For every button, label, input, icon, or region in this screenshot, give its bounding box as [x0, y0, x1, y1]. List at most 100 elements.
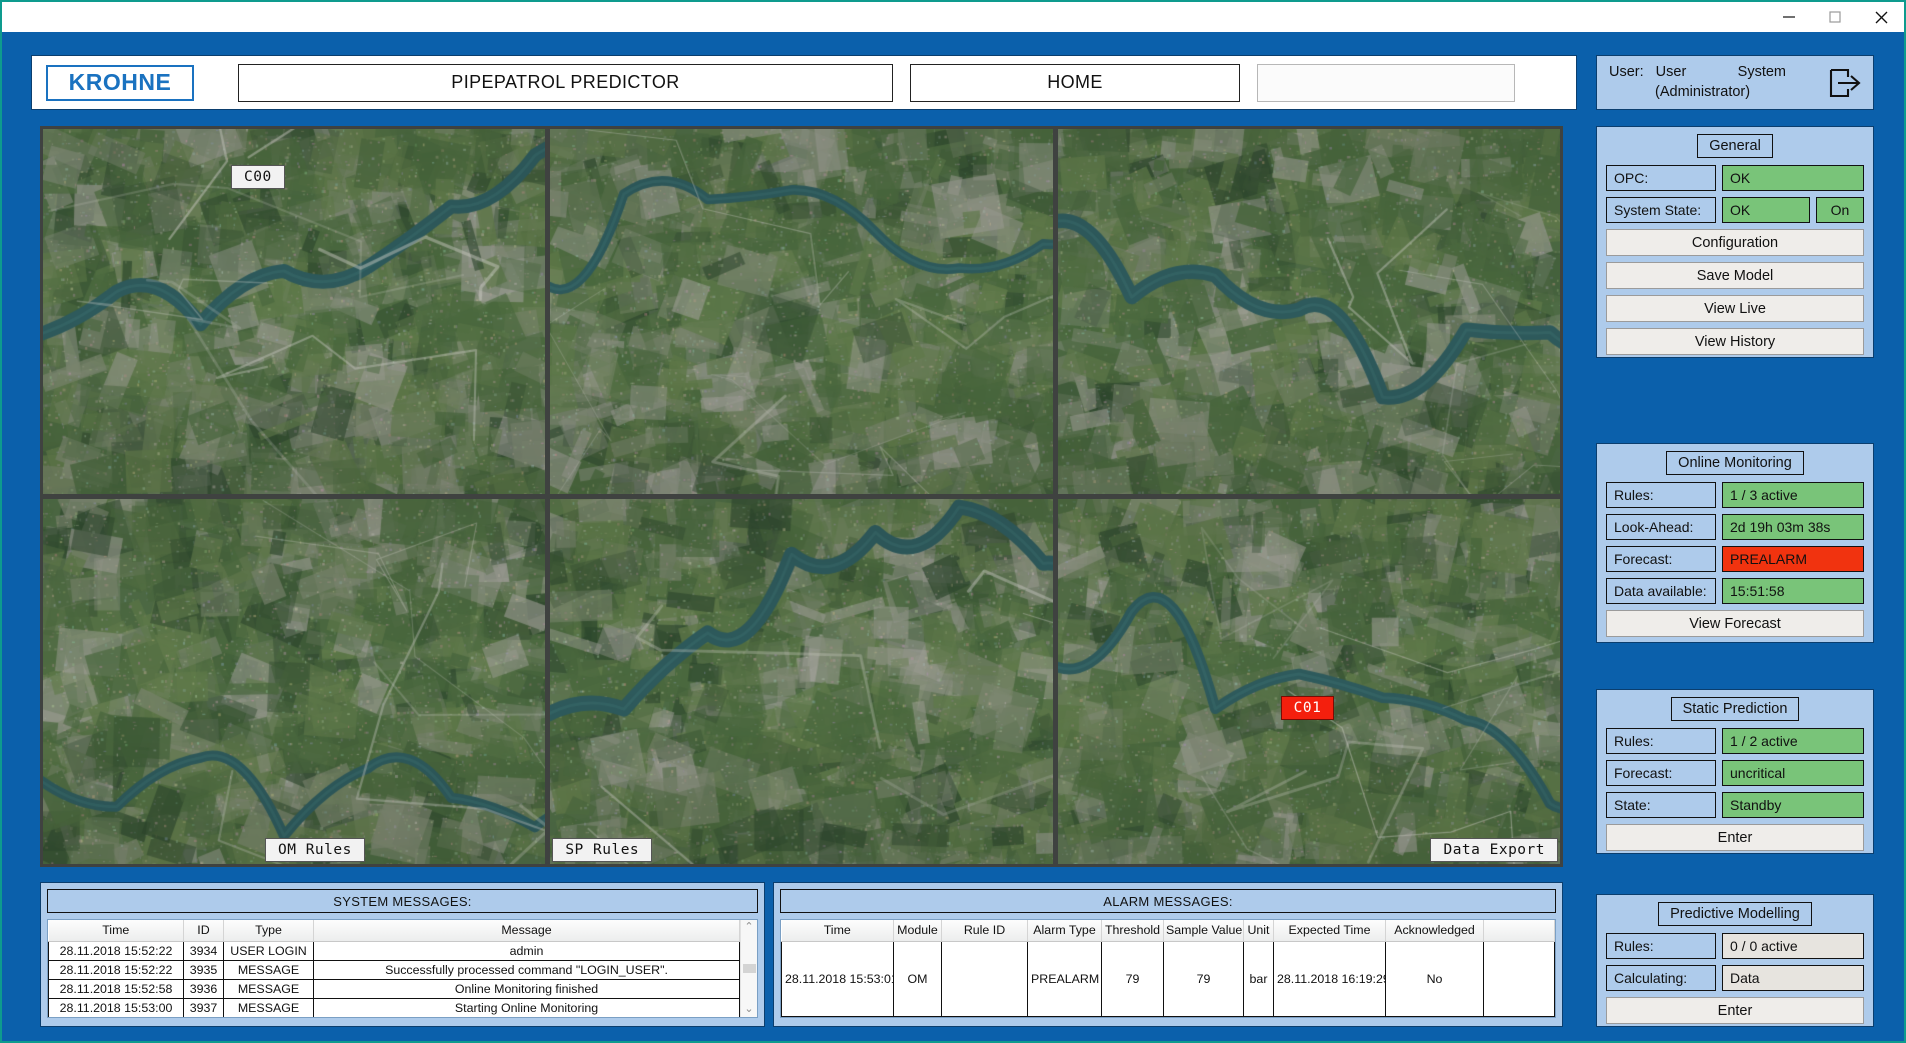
- system-messages-table: TimeIDTypeMessage 28.11.2018 15:52:22393…: [48, 920, 740, 1018]
- table-cell: PREALARM: [1028, 941, 1102, 1017]
- table-cell: [1484, 941, 1555, 1017]
- map-tile-3[interactable]: [1058, 129, 1560, 494]
- maximize-button[interactable]: [1812, 2, 1858, 32]
- table-row[interactable]: 28.11.2018 15:52:583936MESSAGEOnline Mon…: [49, 979, 740, 998]
- pm-calculating-value: Data: [1722, 965, 1864, 991]
- sp-rules-row: Rules: 1 / 2 active: [1606, 728, 1864, 754]
- scroll-down-icon[interactable]: ⌄: [744, 1004, 753, 1015]
- column-header-time[interactable]: Time: [782, 920, 894, 941]
- table-row[interactable]: 28.11.2018 15:52:223935MESSAGESuccessful…: [49, 960, 740, 979]
- sp-state-row: State: Standby: [1606, 792, 1864, 818]
- page-title[interactable]: HOME: [910, 64, 1240, 102]
- table-cell: Starting Online Monitoring: [314, 998, 740, 1017]
- pm-rules-label: Rules:: [1606, 933, 1716, 959]
- view-forecast-button[interactable]: View Forecast: [1606, 610, 1864, 637]
- column-header-rule-id[interactable]: Rule ID: [942, 920, 1028, 941]
- table-cell: 3937: [184, 998, 224, 1017]
- table-cell: [942, 941, 1028, 1017]
- map-tile-2[interactable]: [550, 129, 1052, 494]
- sp-forecast-label: Forecast:: [1606, 760, 1716, 786]
- view-live-button[interactable]: View Live: [1606, 295, 1864, 322]
- column-header-id[interactable]: ID: [184, 920, 224, 941]
- om-lookahead-row: Look-Ahead: 2d 19h 03m 38s: [1606, 514, 1864, 540]
- column-header-type[interactable]: Type: [224, 920, 314, 941]
- opc-row: OPC: OK: [1606, 165, 1864, 191]
- table-cell: 28.11.2018 15:52:22: [49, 960, 184, 979]
- table-cell: Online Monitoring finished: [314, 979, 740, 998]
- minimize-button[interactable]: [1766, 2, 1812, 32]
- predictive-modelling-enter-button[interactable]: Enter: [1606, 997, 1864, 1024]
- alarm-messages-title: ALARM MESSAGES:: [780, 889, 1556, 913]
- scroll-thumb[interactable]: [743, 964, 756, 973]
- map-label-sp-rules[interactable]: SP Rules: [552, 838, 652, 862]
- table-header-row: TimeIDTypeMessage: [49, 920, 740, 941]
- om-lookahead-value: 2d 19h 03m 38s: [1722, 514, 1864, 540]
- column-header-threshold[interactable]: Threshold: [1102, 920, 1164, 941]
- column-header-expected-time[interactable]: Expected Time: [1274, 920, 1386, 941]
- table-cell: 3935: [184, 960, 224, 979]
- column-header-acknowledged[interactable]: Acknowledged: [1386, 920, 1484, 941]
- table-cell: USER LOGIN: [224, 941, 314, 960]
- configuration-button[interactable]: Configuration: [1606, 229, 1864, 256]
- static-prediction-enter-button[interactable]: Enter: [1606, 824, 1864, 851]
- map-label-c00[interactable]: C00: [231, 165, 285, 189]
- column-header-time[interactable]: Time: [49, 920, 184, 941]
- scroll-up-icon[interactable]: ⌃: [744, 922, 753, 933]
- om-data-available-row: Data available: 15:51:58: [1606, 578, 1864, 604]
- om-forecast-row: Forecast: PREALARM: [1606, 546, 1864, 572]
- table-cell: 28.11.2018 15:52:58: [49, 979, 184, 998]
- om-rules-value: 1 / 3 active: [1722, 482, 1864, 508]
- om-forecast-status-badge: PREALARM: [1722, 546, 1864, 572]
- map-label-data-export[interactable]: Data Export: [1430, 838, 1558, 862]
- map-tile-grid: C00 OM Rules SP Rules: [43, 129, 1560, 864]
- map-label-om-rules[interactable]: OM Rules: [265, 838, 365, 862]
- krohne-logo: KROHNE: [46, 65, 194, 101]
- table-cell: 28.11.2018 15:53:01: [782, 941, 894, 1017]
- opc-status: OK: [1722, 165, 1864, 191]
- title-bar: [2, 2, 1904, 32]
- table-header-row: TimeModuleRule IDAlarm TypeThresholdSamp…: [782, 920, 1555, 941]
- alarm-messages-panel: ALARM MESSAGES: TimeModuleRule IDAlarm T…: [773, 882, 1563, 1027]
- pm-calculating-label: Calculating:: [1606, 965, 1716, 991]
- column-header-alarm-type[interactable]: Alarm Type: [1028, 920, 1102, 941]
- system-messages-scrollbar[interactable]: ⌃ ⌄: [740, 920, 757, 1017]
- logout-button[interactable]: [1823, 61, 1867, 105]
- user-info: User: User System (Administrator): [1603, 63, 1823, 102]
- map-tile-4[interactable]: OM Rules: [43, 499, 545, 864]
- pm-rules-row: Rules: 0 / 0 active: [1606, 933, 1864, 959]
- alarm-messages-grid[interactable]: TimeModuleRule IDAlarm TypeThresholdSamp…: [780, 919, 1556, 1018]
- column-header-module[interactable]: Module: [894, 920, 942, 941]
- table-row[interactable]: 28.11.2018 15:53:01OMPREALARM7979bar28.1…: [782, 941, 1555, 1017]
- map-tile-6[interactable]: C01 Data Export: [1058, 499, 1560, 864]
- application-body: KROHNE PIPEPATROL PREDICTOR HOME User: U…: [2, 32, 1904, 1041]
- table-cell: 79: [1102, 941, 1164, 1017]
- table-cell: 3934: [184, 941, 224, 960]
- map-tile-5[interactable]: SP Rules: [550, 499, 1052, 864]
- header-spare-field[interactable]: [1257, 64, 1515, 102]
- om-data-available-label: Data available:: [1606, 578, 1716, 604]
- sp-forecast-value: uncritical: [1722, 760, 1864, 786]
- save-model-button[interactable]: Save Model: [1606, 262, 1864, 289]
- system-messages-grid[interactable]: TimeIDTypeMessage 28.11.2018 15:52:22393…: [47, 919, 758, 1018]
- system-state-toggle[interactable]: On: [1816, 197, 1864, 223]
- view-history-button[interactable]: View History: [1606, 328, 1864, 355]
- om-lookahead-label: Look-Ahead:: [1606, 514, 1716, 540]
- om-rules-label: Rules:: [1606, 482, 1716, 508]
- table-row[interactable]: 28.11.2018 15:52:223934USER LOGINadmin: [49, 941, 740, 960]
- column-header-unit[interactable]: Unit: [1244, 920, 1274, 941]
- map-tile-1[interactable]: C00: [43, 129, 545, 494]
- map-overview[interactable]: C00 OM Rules SP Rules: [40, 126, 1563, 867]
- predictive-modelling-title: Predictive Modelling: [1658, 902, 1812, 926]
- application-window: KROHNE PIPEPATROL PREDICTOR HOME User: U…: [0, 0, 1906, 1043]
- user-role: System: [1738, 63, 1786, 83]
- column-header-message[interactable]: Message: [314, 920, 740, 941]
- table-row[interactable]: 28.11.2018 15:53:003937MESSAGEStarting O…: [49, 998, 740, 1017]
- online-monitoring-panel: Online Monitoring Rules: 1 / 3 active Lo…: [1596, 443, 1874, 643]
- sp-rules-value: 1 / 2 active: [1722, 728, 1864, 754]
- om-rules-row: Rules: 1 / 3 active: [1606, 482, 1864, 508]
- map-label-c01[interactable]: C01: [1281, 696, 1335, 720]
- app-header: KROHNE PIPEPATROL PREDICTOR HOME: [31, 55, 1577, 110]
- close-button[interactable]: [1858, 2, 1904, 32]
- minimize-icon: [1782, 10, 1796, 24]
- column-header-sample-value[interactable]: Sample Value: [1164, 920, 1244, 941]
